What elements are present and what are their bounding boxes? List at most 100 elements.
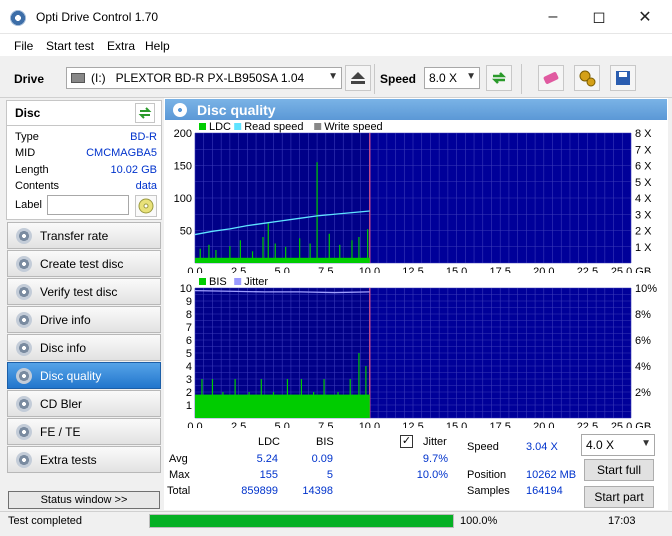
disc-icon [16, 423, 32, 440]
nav-disc-info[interactable]: Disc info [7, 334, 161, 361]
ldc-chart: LDC Read speed Write speed 0.0 2.5 5.0 7.5 10.0… [174, 121, 653, 273]
menu-file[interactable]: File [14, 39, 33, 53]
x-tick-label: 7.5 [318, 266, 333, 273]
y-tick-label: 8 [186, 309, 192, 321]
start-full-button[interactable]: Start full [584, 459, 654, 481]
chevron-down-icon: ▼ [328, 71, 338, 82]
nav-label: Drive info [40, 312, 91, 327]
speed-value: 8.0 X [429, 71, 458, 85]
nav-create-test-disc[interactable]: Create test disc [7, 250, 161, 277]
refresh-button[interactable] [486, 65, 512, 91]
eject-icon [351, 72, 365, 84]
menu-start-test[interactable]: Start test [46, 39, 94, 53]
y-tick-label: 9 [186, 296, 192, 308]
y2-tick-label: 6% [635, 335, 651, 347]
chevron-down-icon: ▼ [641, 438, 651, 449]
legend-swatch [199, 123, 206, 130]
max-jitter: 10.0% [416, 469, 448, 481]
x-tick-label: 5.0 [275, 421, 290, 428]
position-label: Position [467, 469, 507, 481]
speed-readout-label: Speed [467, 441, 499, 453]
nav-transfer-rate[interactable]: Transfer rate [7, 222, 161, 249]
toolbar-divider [374, 64, 375, 94]
avg-ldc: 5.24 [256, 453, 278, 465]
speed-label: Speed [380, 72, 417, 86]
disc-mid-value: CMCMAGBA5 [86, 147, 157, 159]
y2-tick-label: 7 X [635, 144, 652, 156]
x-tick-label: 12.5 [402, 421, 423, 428]
y-tick-label: 150 [174, 161, 192, 173]
nav-extra-tests[interactable]: Extra tests [7, 446, 161, 473]
samples-value: 164194 [526, 485, 563, 497]
nav-disc-quality[interactable]: Disc quality [7, 362, 161, 389]
x-tick-label: 22.5 [577, 266, 598, 273]
y-tick-label: 100 [174, 193, 192, 205]
max-label: Max [169, 469, 190, 481]
y2-tick-label: 8% [635, 309, 651, 321]
disc-label-label: Label [15, 199, 42, 211]
disc-quality-icon [173, 102, 187, 117]
drive-select[interactable]: (I:) PLEXTOR BD-R PX-LB950SA 1.04 ▼ [66, 67, 342, 89]
status-window-button[interactable]: Status window >> [8, 491, 160, 509]
disc-label-input[interactable] [47, 195, 129, 215]
disc-header-label: Disc [15, 106, 41, 120]
legend-swatch [234, 278, 242, 285]
disc-mid-label: MID [15, 147, 36, 159]
y-tick-label: 5 [186, 348, 192, 360]
avg-jitter: 9.7% [422, 453, 448, 465]
legend-label: BIS [209, 276, 227, 288]
close-icon[interactable]: ✕ [622, 0, 668, 34]
nav-label: Transfer rate [40, 228, 109, 243]
y2-tick-label: 4 X [635, 193, 652, 205]
x-tick-label: 10.0 [359, 421, 380, 428]
disc-label-apply-button[interactable] [135, 195, 157, 217]
nav-cd-bler[interactable]: CD Bler [7, 390, 161, 417]
jitter-checkbox[interactable]: ✓ [400, 435, 413, 448]
settings-button[interactable] [574, 65, 600, 91]
disc-icon [16, 367, 32, 384]
start-part-button[interactable]: Start part [584, 486, 654, 508]
test-speed-value: 4.0 X [586, 438, 615, 452]
y2-tick-label: 2% [635, 387, 651, 399]
x-tick-label: 15.0 [446, 266, 467, 273]
disc-panel-header: Disc [6, 100, 162, 126]
y2-tick-label: 8 X [635, 128, 652, 140]
section-header: Disc quality [165, 99, 667, 120]
disc-icon [16, 395, 32, 412]
maximize-icon[interactable]: ◻ [576, 0, 622, 34]
avg-bis: 0.09 [311, 453, 333, 465]
speed-select[interactable]: 8.0 X ▼ [424, 67, 480, 89]
x-tick-label: 25.0 GB [611, 421, 651, 428]
gears-icon [579, 70, 596, 87]
menu-extra[interactable]: Extra [107, 39, 135, 53]
samples-label: Samples [467, 485, 510, 497]
nav-verify-test-disc[interactable]: Verify test disc [7, 278, 161, 305]
x-tick-label: 15.0 [446, 421, 467, 428]
y2-tick-label: 6 X [635, 161, 652, 173]
disc-refresh-button[interactable] [135, 103, 155, 123]
erase-button[interactable] [538, 65, 564, 91]
save-button[interactable] [610, 65, 636, 91]
status-text: Test completed [8, 515, 82, 527]
nav-label: CD Bler [40, 396, 83, 411]
x-tick-label: 2.5 [231, 421, 246, 428]
disc-icon [16, 451, 32, 468]
legend-label: Read speed [244, 121, 303, 133]
stats-col-ldc: LDC [258, 436, 281, 448]
nav-label: Create test disc [40, 256, 124, 271]
x-tick-label: 10.0 [359, 266, 380, 273]
test-speed-select[interactable]: 4.0 X ▼ [581, 434, 655, 456]
nav-drive-info[interactable]: Drive info [7, 306, 161, 333]
y-tick-label: 10 [180, 283, 192, 295]
eject-button[interactable] [345, 65, 371, 91]
minimize-icon[interactable]: – [530, 0, 576, 34]
x-tick-label: 2.5 [231, 266, 246, 273]
x-tick-label: 17.5 [489, 421, 510, 428]
x-tick-label: 7.5 [318, 421, 333, 428]
menu-help[interactable]: Help [145, 39, 170, 53]
disc-icon [16, 339, 32, 356]
legend-swatch [314, 123, 322, 130]
nav-fe-te[interactable]: FE / TE [7, 418, 161, 445]
y2-tick-label: 5 X [635, 177, 652, 189]
refresh-arrows-icon [138, 107, 152, 119]
